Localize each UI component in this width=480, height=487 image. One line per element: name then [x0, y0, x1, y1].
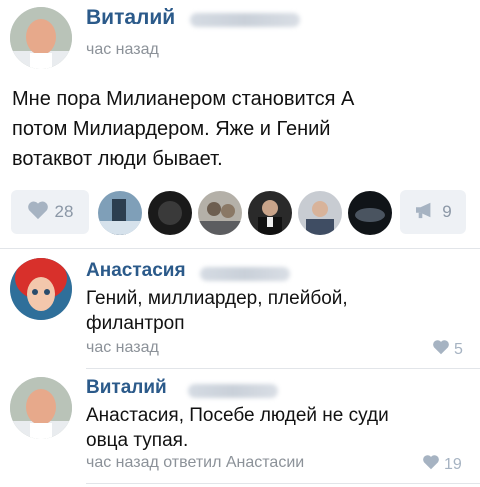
comment-divider: [86, 483, 480, 484]
comment-author-surname-blur: [188, 384, 278, 398]
comment-time[interactable]: час назад: [86, 339, 159, 357]
comment-meta[interactable]: час назад ответил Анастасии: [86, 454, 304, 472]
post-author-name[interactable]: Виталий: [86, 6, 175, 30]
comment-text-line: филантроп: [86, 313, 185, 334]
comment-likes-count: 5: [454, 340, 463, 358]
post-text-line: вотаквот люди бывает.: [12, 148, 223, 170]
post-text: Мне пора Милианером становится А потом М…: [12, 84, 452, 174]
post-author-surname-blur: [190, 13, 300, 27]
post-author-avatar[interactable]: [10, 7, 72, 69]
comment-author-surname-blur: [200, 267, 290, 281]
heart-icon: [432, 339, 450, 360]
liker-avatar[interactable]: [148, 191, 192, 235]
liker-avatar[interactable]: [248, 191, 292, 235]
comment-like-button[interactable]: 19: [422, 454, 462, 475]
liker-avatar[interactable]: [348, 191, 392, 235]
heart-icon: [422, 454, 440, 475]
liker-avatar[interactable]: [98, 191, 142, 235]
post-like-button[interactable]: 28: [11, 190, 89, 234]
comment-text: Анастасия, Посебе людей не суди овца туп…: [86, 403, 389, 453]
liker-avatar[interactable]: [198, 191, 242, 235]
heart-icon: [27, 200, 49, 225]
comment-like-button[interactable]: 5: [432, 339, 463, 360]
comment-text-line: Гений, миллиардер, плейбой,: [86, 288, 348, 309]
post-text-line: Мне пора Милианером становится А: [12, 88, 355, 110]
comment-text: Гений, миллиардер, плейбой, филантроп: [86, 286, 348, 336]
comment-text-line: овца тупая.: [86, 430, 189, 451]
comment-divider: [86, 368, 480, 369]
comment-author-name[interactable]: Анастасия: [86, 260, 186, 282]
liker-avatar[interactable]: [298, 191, 342, 235]
post-text-line: потом Милиардером. Яже и Гений: [12, 118, 331, 140]
comment-author-avatar[interactable]: [10, 258, 72, 320]
post-time[interactable]: час назад: [86, 41, 159, 59]
megaphone-icon: [414, 201, 436, 224]
comment-author-name[interactable]: Виталий: [86, 377, 167, 399]
post-divider: [0, 248, 480, 249]
post-likes-count: 28: [54, 202, 74, 221]
comment-likes-count: 19: [444, 455, 462, 473]
post-share-button[interactable]: 9: [400, 190, 466, 234]
post-reposts-count: 9: [442, 202, 452, 221]
comment-author-avatar[interactable]: [10, 377, 72, 439]
comment-text-line: Анастасия, Посебе людей не суди: [86, 405, 389, 426]
